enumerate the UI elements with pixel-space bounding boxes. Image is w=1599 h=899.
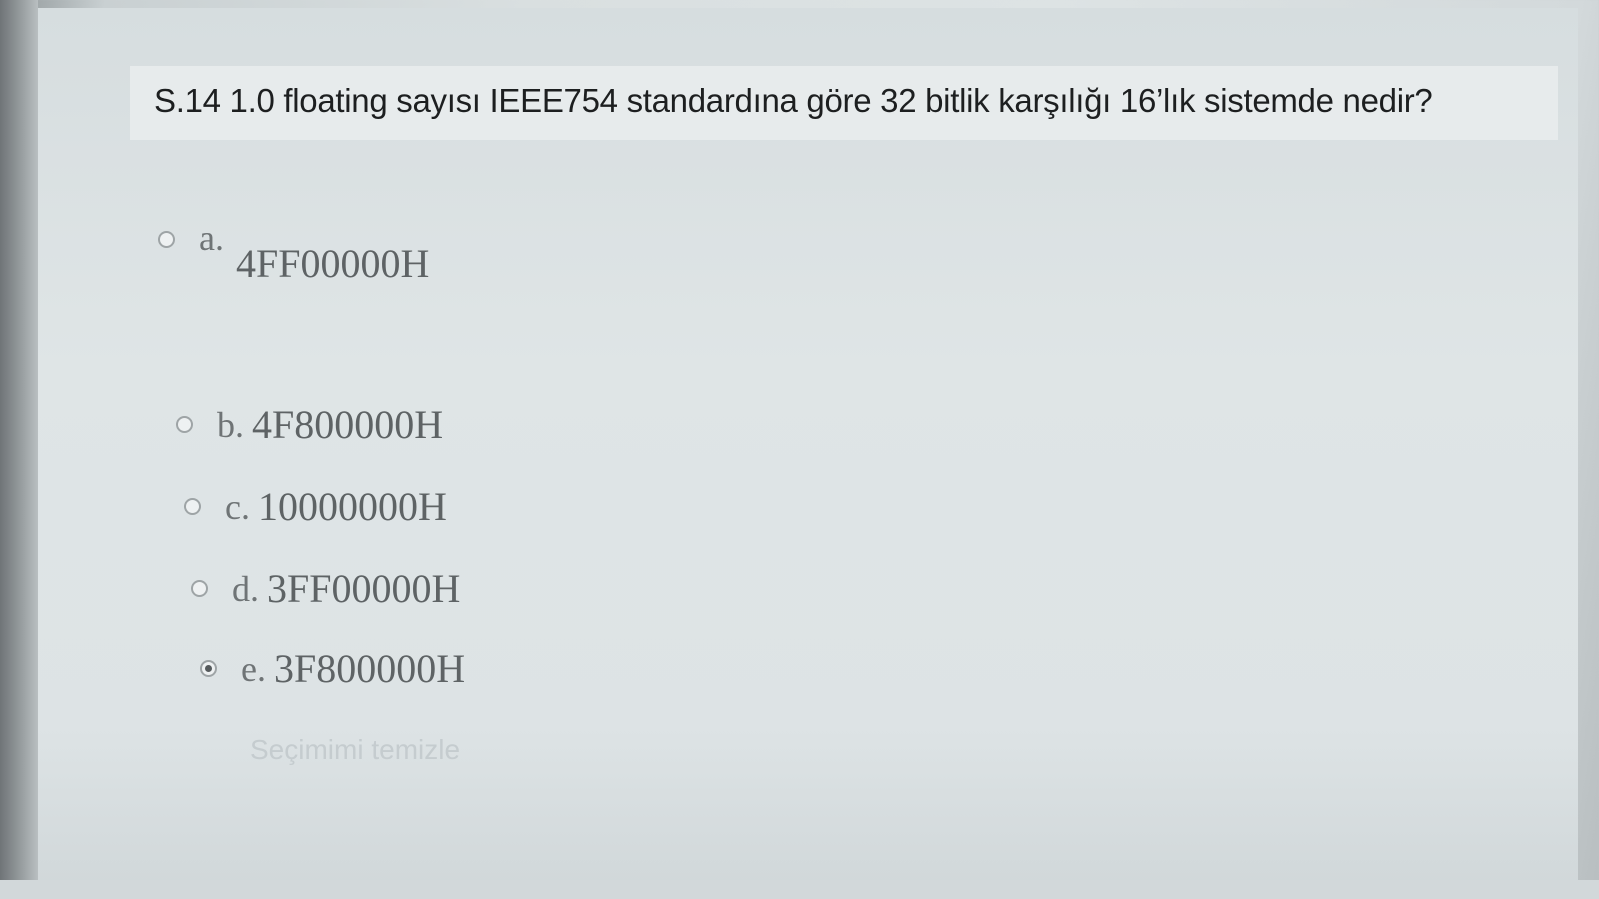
radio-icon[interactable] bbox=[176, 416, 193, 433]
question-box: S.14 1.0 floating sayısı IEEE754 standar… bbox=[130, 66, 1558, 140]
bottom-edge bbox=[0, 880, 1599, 899]
quiz-page: S.14 1.0 floating sayısı IEEE754 standar… bbox=[38, 8, 1578, 899]
option-letter: e. bbox=[241, 648, 266, 689]
answer-option-b[interactable]: b. 4F800000H bbox=[176, 401, 443, 448]
answer-option-c[interactable]: c. 10000000H bbox=[184, 483, 447, 530]
option-letter: c. bbox=[225, 486, 250, 527]
answer-option-d[interactable]: d. 3FF00000H bbox=[191, 565, 460, 612]
radio-icon[interactable] bbox=[191, 580, 208, 597]
radio-checked-icon[interactable] bbox=[200, 660, 217, 677]
option-value: 4F800000H bbox=[252, 402, 444, 447]
monitor-bezel bbox=[0, 0, 38, 899]
radio-icon[interactable] bbox=[158, 231, 175, 248]
option-value: 4FF00000H bbox=[235, 241, 430, 286]
option-letter: b. bbox=[217, 404, 244, 445]
option-letter: d. bbox=[232, 568, 259, 609]
option-value: 3FF00000H bbox=[267, 566, 461, 611]
answer-option-a[interactable]: a. 4FF00000H bbox=[158, 216, 429, 286]
option-value: 10000000H bbox=[257, 484, 447, 529]
option-value: 3F800000H bbox=[273, 646, 466, 691]
radio-icon[interactable] bbox=[184, 498, 201, 515]
clear-choice-link[interactable]: Seçimimi temizle bbox=[250, 734, 460, 766]
option-letter: a. bbox=[199, 217, 224, 258]
answer-option-e[interactable]: e. 3F800000H bbox=[200, 645, 465, 692]
question-text: S.14 1.0 floating sayısı IEEE754 standar… bbox=[154, 82, 1433, 119]
